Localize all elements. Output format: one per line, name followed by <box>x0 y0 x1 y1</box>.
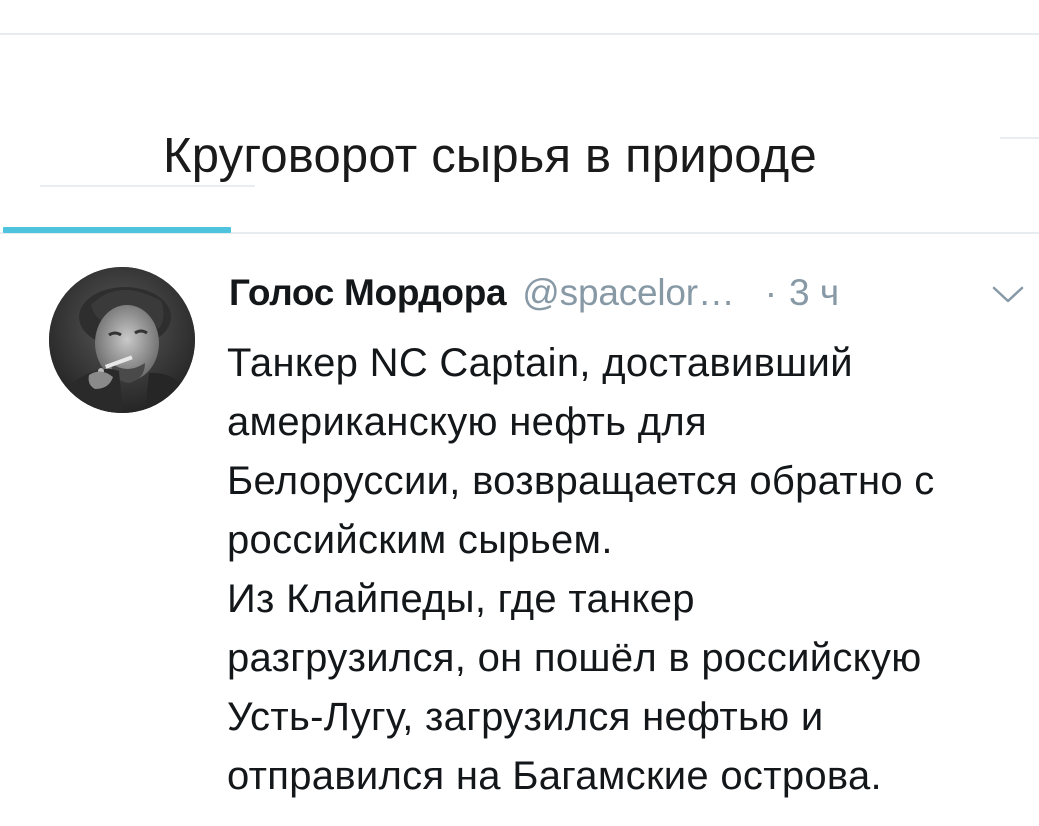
author-handle[interactable]: @spacelor… <box>522 272 735 314</box>
author-display-name[interactable]: Голос Мордора <box>229 272 507 314</box>
header-separator: · <box>764 272 778 313</box>
active-tab-indicator <box>3 227 231 233</box>
caption-divider-left <box>40 185 255 187</box>
tweet-text-line: разгрузился, он пошёл в российскую <box>227 636 922 680</box>
tweet-menu-button[interactable] <box>990 284 1026 306</box>
top-divider <box>0 33 1039 35</box>
chevron-down-icon <box>992 286 1024 303</box>
tweet-text-line: американскую нефть для <box>227 400 707 444</box>
tweet-text: Танкер NC Captain, доставивший американс… <box>227 334 1027 806</box>
tweet-text-line: Из Клайпеды, где танкер <box>227 577 695 621</box>
tweet-timestamp[interactable]: 3 ч <box>789 272 839 314</box>
tweet-text-line: Белоруссии, возвращается обратно с <box>227 459 935 503</box>
avatar-photo-icon <box>49 267 195 413</box>
meme-caption: Круговорот сырья в природе <box>163 129 817 183</box>
tweet-text-line: российским сырьем. <box>227 518 613 562</box>
caption-divider-right <box>1000 137 1039 139</box>
tweet-header: Голос Мордора @spacelor… · 3 ч <box>229 272 839 320</box>
tweet-text-line: Танкер NC Captain, доставивший <box>227 341 853 385</box>
avatar[interactable] <box>49 267 195 413</box>
tweet-text-line: Усть-Лугу, загрузился нефтью и <box>227 695 824 739</box>
tweet-text-line: отправился на Багамские острова. <box>227 754 882 798</box>
